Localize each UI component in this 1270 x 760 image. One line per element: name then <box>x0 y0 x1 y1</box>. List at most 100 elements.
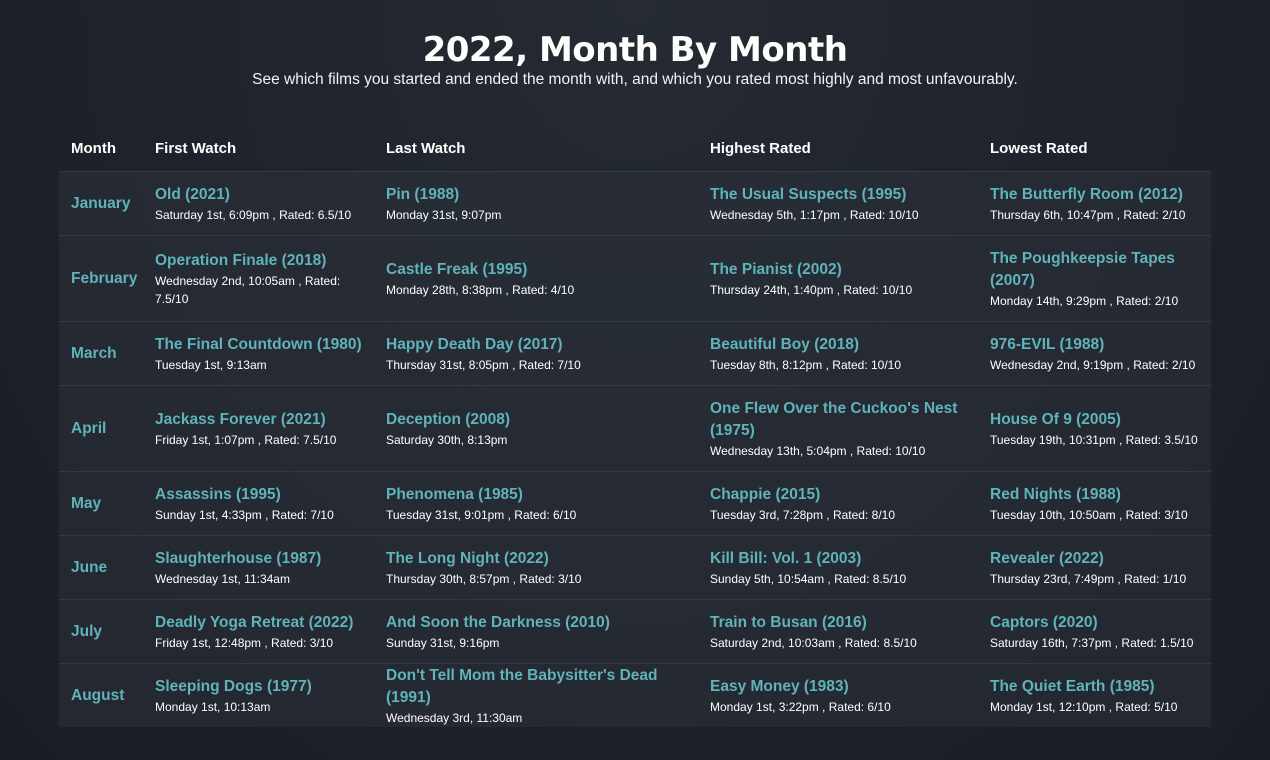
month-label: June <box>71 558 108 576</box>
last-watch-cell: Happy Death Day (2017) Thursday 31st, 8:0… <box>386 322 696 385</box>
film-title-link[interactable]: One Flew Over the Cuckoo's Nest (1975) <box>710 398 970 442</box>
film-title-link[interactable]: House Of 9 (2005) <box>990 409 1205 431</box>
film-title-link[interactable]: Phenomena (1985) <box>386 484 696 506</box>
highest-rated-cell: Beautiful Boy (2018) Tuesday 8th, 8:12pm … <box>710 322 970 385</box>
film-title-link[interactable]: Assassins (1995) <box>155 484 365 506</box>
last-watch-cell: Phenomena (1985) Tuesday 31st, 9:01pm , R… <box>386 472 696 535</box>
watch-details: Monday 28th, 8:38pm , Rated: 4/10 <box>386 282 575 297</box>
film-title-link[interactable]: Slaughterhouse (1987) <box>155 548 365 570</box>
film-title-link[interactable]: Beautiful Boy (2018) <box>710 334 970 356</box>
highest-rated-cell: Kill Bill: Vol. 1 (2003) Sunday 5th, 10:5… <box>710 536 970 599</box>
watch-details: Tuesday 3rd, 7:28pm , Rated: 8/10 <box>710 507 895 522</box>
highest-rated-cell: Chappie (2015) Tuesday 3rd, 7:28pm , Rate… <box>710 472 970 535</box>
page-header: 2022, Month By Month See which films you… <box>0 30 1270 89</box>
film-title-link[interactable]: Sleeping Dogs (1977) <box>155 676 365 698</box>
film-title-link[interactable]: Chappie (2015) <box>710 484 970 506</box>
table-row-april: April Jackass Forever (2021) Friday 1st, … <box>59 385 1211 471</box>
film-title-link[interactable]: The Poughkeepsie Tapes (2007) <box>990 248 1205 292</box>
month-cell: June <box>71 536 151 599</box>
film-title-link[interactable]: 976-EVIL (1988) <box>990 334 1205 356</box>
month-label: February <box>71 269 138 287</box>
last-watch-cell: Don't Tell Mom the Babysitter's Dead (19… <box>386 664 696 727</box>
table-row-may: May Assassins (1995) Sunday 1st, 4:33pm ,… <box>59 471 1211 535</box>
first-watch-cell: Deadly Yoga Retreat (2022) Friday 1st, 12… <box>155 600 365 663</box>
watch-details: Friday 1st, 12:48pm , Rated: 3/10 <box>155 635 334 650</box>
page-subtitle: See which films you started and ended th… <box>252 71 1018 88</box>
highest-rated-cell: One Flew Over the Cuckoo's Nest (1975) We… <box>710 386 970 471</box>
month-cell: April <box>71 386 151 471</box>
table-row-june: June Slaughterhouse (1987) Wednesday 1st,… <box>59 535 1211 599</box>
table-row-march: March The Final Countdown (1980) Tuesday … <box>59 321 1211 385</box>
film-title-link[interactable]: The Long Night (2022) <box>386 548 696 570</box>
film-title-link[interactable]: The Butterfly Room (2012) <box>990 184 1205 206</box>
watch-details: Tuesday 1st, 9:13am <box>155 357 267 372</box>
watch-details: Wednesday 2nd, 10:05am , Rated: 7.5/10 <box>155 273 341 306</box>
film-title-link[interactable]: Castle Freak (1995) <box>386 259 696 281</box>
watch-details: Thursday 31st, 8:05pm , Rated: 7/10 <box>386 357 581 372</box>
film-title-link[interactable]: The Final Countdown (1980) <box>155 334 365 356</box>
film-title-link[interactable]: Easy Money (1983) <box>710 676 970 698</box>
film-title-link[interactable]: And Soon the Darkness (2010) <box>386 612 696 634</box>
film-title-link[interactable]: Captors (2020) <box>990 612 1205 634</box>
month-cell: July <box>71 600 151 663</box>
lowest-rated-cell: The Butterfly Room (2012) Thursday 6th, 1… <box>990 172 1205 235</box>
film-title-link[interactable]: Jackass Forever (2021) <box>155 409 365 431</box>
film-title-link[interactable]: The Pianist (2002) <box>710 259 970 281</box>
watch-details: Sunday 5th, 10:54am , Rated: 8.5/10 <box>710 571 907 586</box>
film-title-link[interactable]: Deadly Yoga Retreat (2022) <box>155 612 365 634</box>
table-row-january: January Old (2021) Saturday 1st, 6:09pm ,… <box>59 171 1211 235</box>
last-watch-cell: Castle Freak (1995) Monday 28th, 8:38pm ,… <box>386 236 696 321</box>
watch-details: Monday 1st, 10:13am <box>155 699 271 714</box>
film-title-link[interactable]: Revealer (2022) <box>990 548 1205 570</box>
month-label: July <box>71 622 103 640</box>
watch-details: Monday 31st, 9:07pm <box>386 207 502 222</box>
first-watch-cell: Operation Finale (2018) Wednesday 2nd, 10… <box>155 236 365 321</box>
watch-details: Sunday 1st, 4:33pm , Rated: 7/10 <box>155 507 334 522</box>
watch-details: Monday 14th, 9:29pm , Rated: 2/10 <box>990 293 1179 308</box>
film-title-link[interactable]: The Quiet Earth (1985) <box>990 676 1205 698</box>
column-header-lowest-rated: Lowest Rated <box>990 140 1088 157</box>
first-watch-cell: The Final Countdown (1980) Tuesday 1st, 9… <box>155 322 365 385</box>
watch-details: Monday 1st, 12:10pm , Rated: 5/10 <box>990 699 1178 714</box>
watch-details: Thursday 30th, 8:57pm , Rated: 3/10 <box>386 571 582 586</box>
watch-details: Friday 1st, 1:07pm , Rated: 7.5/10 <box>155 432 337 447</box>
month-cell: January <box>71 172 151 235</box>
last-watch-cell: The Long Night (2022) Thursday 30th, 8:57… <box>386 536 696 599</box>
first-watch-cell: Jackass Forever (2021) Friday 1st, 1:07pm… <box>155 386 365 471</box>
column-header-first-watch: First Watch <box>155 140 237 157</box>
film-title-link[interactable]: Deception (2008) <box>386 409 696 431</box>
last-watch-cell: Pin (1988) Monday 31st, 9:07pm <box>386 172 696 235</box>
film-title-link[interactable]: Red Nights (1988) <box>990 484 1205 506</box>
highest-rated-cell: Train to Busan (2016) Saturday 2nd, 10:03… <box>710 600 970 663</box>
column-header-month: Month <box>71 140 116 157</box>
month-table: Month First Watch Last Watch Highest Rat… <box>59 137 1211 727</box>
film-title-link[interactable]: Operation Finale (2018) <box>155 250 365 272</box>
month-label: April <box>71 419 107 437</box>
table-row-august: August Sleeping Dogs (1977) Monday 1st, 1… <box>59 663 1211 727</box>
highest-rated-cell: Easy Money (1983) Monday 1st, 3:22pm , Ra… <box>710 664 970 727</box>
last-watch-cell: And Soon the Darkness (2010) Sunday 31st,… <box>386 600 696 663</box>
watch-details: Monday 1st, 3:22pm , Rated: 6/10 <box>710 699 891 714</box>
watch-details: Wednesday 13th, 5:04pm , Rated: 10/10 <box>710 443 926 458</box>
lowest-rated-cell: Captors (2020) Saturday 16th, 7:37pm , Ra… <box>990 600 1205 663</box>
watch-details: Tuesday 19th, 10:31pm , Rated: 3.5/10 <box>990 432 1198 447</box>
film-title-link[interactable]: Old (2021) <box>155 184 365 206</box>
column-header-highest-rated: Highest Rated <box>710 140 811 157</box>
film-title-link[interactable]: Pin (1988) <box>386 184 696 206</box>
watch-details: Saturday 2nd, 10:03am , Rated: 8.5/10 <box>710 635 917 650</box>
lowest-rated-cell: House Of 9 (2005) Tuesday 19th, 10:31pm ,… <box>990 386 1205 471</box>
film-title-link[interactable]: Train to Busan (2016) <box>710 612 970 634</box>
column-header-last-watch: Last Watch <box>386 140 466 157</box>
month-cell: August <box>71 664 151 727</box>
watch-details: Saturday 30th, 8:13pm <box>386 432 508 447</box>
film-title-link[interactable]: The Usual Suspects (1995) <box>710 184 970 206</box>
month-label: March <box>71 344 117 362</box>
film-title-link[interactable]: Kill Bill: Vol. 1 (2003) <box>710 548 970 570</box>
film-title-link[interactable]: Happy Death Day (2017) <box>386 334 696 356</box>
film-title-link[interactable]: Don't Tell Mom the Babysitter's Dead (19… <box>386 665 696 709</box>
watch-details: Wednesday 2nd, 9:19pm , Rated: 2/10 <box>990 357 1196 372</box>
watch-details: Tuesday 31st, 9:01pm , Rated: 6/10 <box>386 507 577 522</box>
table-row-july: July Deadly Yoga Retreat (2022) Friday 1s… <box>59 599 1211 663</box>
table-row-february: February Operation Finale (2018) Wednesda… <box>59 235 1211 321</box>
watch-details: Thursday 23rd, 7:49pm , Rated: 1/10 <box>990 571 1187 586</box>
